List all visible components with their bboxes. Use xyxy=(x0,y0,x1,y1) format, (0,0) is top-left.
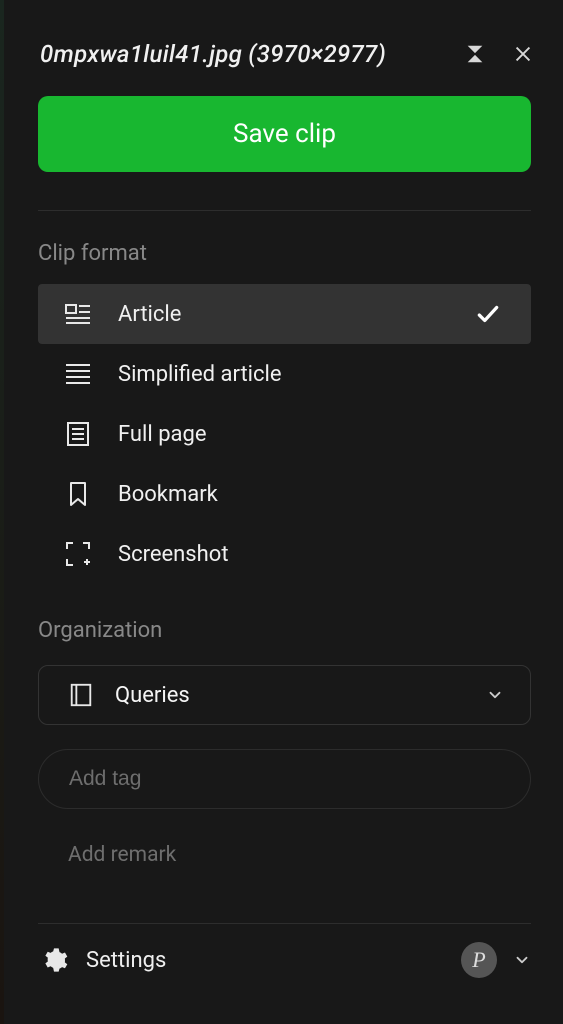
avatar-initial: P xyxy=(472,947,485,973)
notebook-selected-label: Queries xyxy=(115,683,486,708)
clip-format-section-label: Clip format xyxy=(38,241,531,266)
clip-format-bookmark[interactable]: Bookmark xyxy=(38,464,531,524)
clip-format-full-page[interactable]: Full page xyxy=(38,404,531,464)
add-remark-button[interactable]: Add remark xyxy=(68,843,531,867)
clip-format-label: Full page xyxy=(118,422,501,447)
chevron-down-icon xyxy=(486,686,504,704)
clip-format-label: Simplified article xyxy=(118,362,501,387)
tag-input-container[interactable] xyxy=(38,749,531,809)
settings-label[interactable]: Settings xyxy=(86,948,445,973)
article-icon xyxy=(62,298,94,330)
simplified-article-icon xyxy=(62,358,94,390)
clip-format-simplified-article[interactable]: Simplified article xyxy=(38,344,531,404)
avatar[interactable]: P xyxy=(461,942,497,978)
clip-format-article[interactable]: Article xyxy=(38,284,531,344)
page-title: 0mpxwa1luil41.jpg (3970×2977) xyxy=(40,40,453,68)
notebook-select[interactable]: Queries xyxy=(38,665,531,725)
notebook-icon xyxy=(65,679,97,711)
clip-panel: 0mpxwa1luil41.jpg (3970×2977) Save clip … xyxy=(0,0,563,1024)
footer: Settings P xyxy=(38,942,531,998)
clip-format-label: Screenshot xyxy=(118,542,501,567)
clip-format-label: Article xyxy=(118,302,475,327)
close-icon[interactable] xyxy=(511,42,535,66)
clip-format-screenshot[interactable]: Screenshot xyxy=(38,524,531,584)
bookmark-icon xyxy=(62,478,94,510)
panel-left-edge xyxy=(0,0,4,1024)
header: 0mpxwa1luil41.jpg (3970×2977) xyxy=(6,0,563,84)
chevron-down-icon[interactable] xyxy=(513,951,531,969)
check-icon xyxy=(475,301,501,327)
screenshot-icon xyxy=(62,538,94,570)
divider xyxy=(38,923,531,924)
organization-section-label: Organization xyxy=(38,618,531,643)
save-clip-label: Save clip xyxy=(233,119,336,149)
hourglass-icon[interactable] xyxy=(463,42,487,66)
save-clip-button[interactable]: Save clip xyxy=(38,96,531,172)
tag-input[interactable] xyxy=(69,767,500,791)
gear-icon[interactable] xyxy=(38,944,70,976)
divider xyxy=(38,210,531,211)
clip-format-label: Bookmark xyxy=(118,482,501,507)
full-page-icon xyxy=(62,418,94,450)
clip-format-list: Article Simplified article xyxy=(6,284,563,584)
